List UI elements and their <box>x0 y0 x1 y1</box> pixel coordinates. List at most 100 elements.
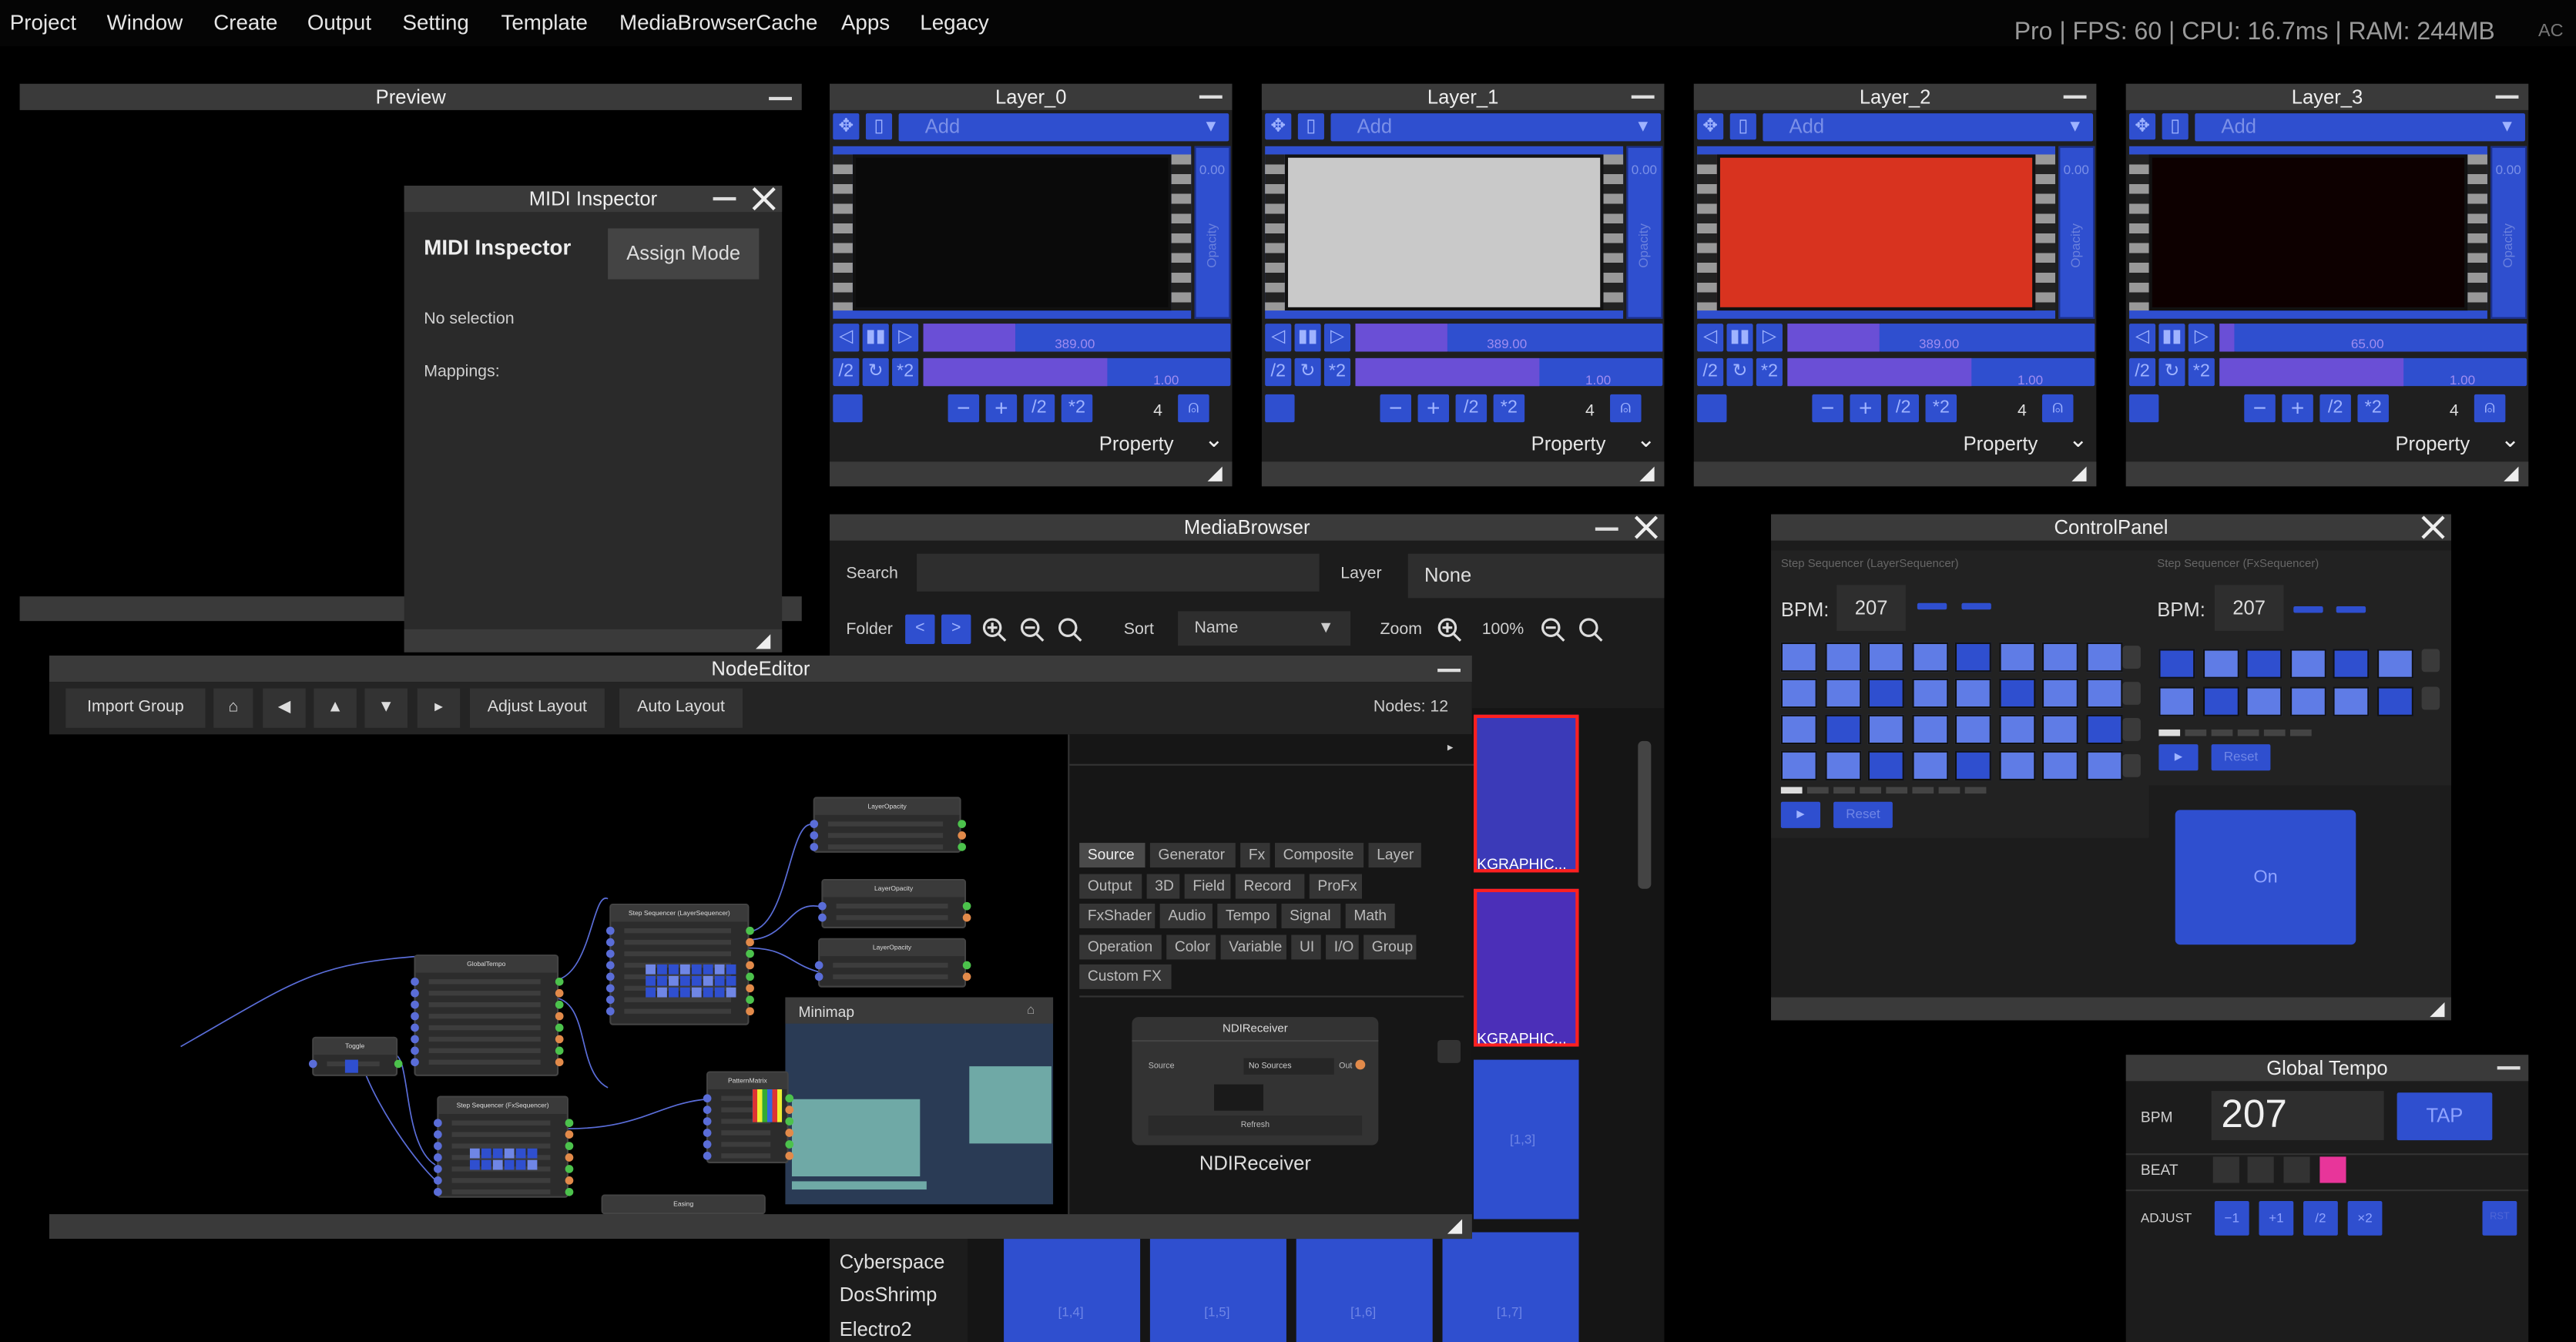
transport-button[interactable]: ◁ <box>2128 324 2156 352</box>
resize-grip-icon[interactable] <box>1447 1219 1463 1234</box>
half-button[interactable]: /2 <box>1023 394 1055 423</box>
folder-item[interactable]: DosShrimp <box>840 1283 937 1307</box>
input-port[interactable] <box>810 831 819 840</box>
output-port[interactable] <box>962 901 971 911</box>
step-pad[interactable] <box>2376 686 2413 716</box>
plus-button[interactable]: + <box>1850 394 1881 423</box>
input-port[interactable] <box>411 1012 419 1021</box>
graph-node[interactable]: LayerOpacity <box>810 797 967 853</box>
file-icon[interactable]: ▯ <box>2162 113 2189 140</box>
output-port[interactable] <box>555 977 564 986</box>
step-pad[interactable] <box>2333 686 2370 716</box>
move-icon[interactable]: ✥ <box>833 113 860 140</box>
media-tile[interactable]: [1,5] <box>1149 1232 1286 1342</box>
menu-output[interactable]: Output <box>307 10 371 35</box>
minimize-icon[interactable] <box>1437 669 1461 673</box>
bpm-down-button[interactable] <box>1917 602 1947 610</box>
step-pad[interactable] <box>1824 678 1861 709</box>
minimize-icon[interactable] <box>2495 95 2519 99</box>
minimize-icon[interactable] <box>2497 1066 2521 1070</box>
step-pad[interactable] <box>1911 678 1948 709</box>
rate-slider[interactable]: 1.00 <box>923 357 1231 388</box>
media-tile[interactable]: KGRAPHIC... <box>1474 714 1579 873</box>
minus-button[interactable]: − <box>2244 394 2276 423</box>
input-port[interactable] <box>434 1153 442 1162</box>
category-fx[interactable]: Fx <box>1240 843 1270 868</box>
category-operation[interactable]: Operation <box>1079 934 1162 959</box>
rate-slider[interactable]: 1.00 <box>1355 357 1663 388</box>
input-port[interactable] <box>605 926 615 935</box>
chevron-down-icon[interactable]: ⌄ <box>2501 425 2520 453</box>
rotate-icon[interactable]: ↻ <box>1294 357 1321 387</box>
step-pad[interactable] <box>2158 649 2195 679</box>
row-toggle[interactable] <box>2421 649 2440 673</box>
input-port[interactable] <box>810 820 819 828</box>
step-pad[interactable] <box>2085 642 2122 673</box>
half-button[interactable]: /2 <box>2319 394 2351 423</box>
output-port[interactable] <box>746 995 754 1005</box>
output-port[interactable] <box>958 820 967 828</box>
output-port[interactable] <box>555 1012 564 1021</box>
rate-slider[interactable]: 1.00 <box>2219 357 2527 388</box>
output-port[interactable] <box>785 1117 794 1126</box>
step-pad[interactable] <box>2376 649 2413 679</box>
step-pad[interactable] <box>1867 642 1904 673</box>
category-signal[interactable]: Signal <box>1281 903 1341 928</box>
step-pad[interactable] <box>2289 649 2326 679</box>
play-button[interactable]: ► <box>2158 744 2199 771</box>
transport-button[interactable]: ◁ <box>1265 324 1292 352</box>
plus-button[interactable]: + <box>2282 394 2313 423</box>
input-port[interactable] <box>703 1117 712 1126</box>
input-port[interactable] <box>605 961 615 970</box>
file-icon[interactable]: ▯ <box>1729 113 1756 140</box>
category-group[interactable]: Group <box>1363 934 1417 959</box>
input-port[interactable] <box>605 1007 615 1016</box>
step-pad[interactable] <box>2041 642 2078 673</box>
input-port[interactable] <box>810 843 819 851</box>
category-record[interactable]: Record <box>1235 873 1305 898</box>
output-port[interactable] <box>555 1058 564 1067</box>
category-profx[interactable]: ProFx <box>1309 873 1363 898</box>
menu-apps[interactable]: Apps <box>841 10 890 35</box>
home-icon[interactable]: ⌂ <box>213 688 253 728</box>
media-tile[interactable]: [1,4] <box>1004 1232 1141 1342</box>
output-port[interactable] <box>746 938 754 947</box>
category-generator[interactable]: Generator <box>1149 843 1236 868</box>
bpm-down-button[interactable] <box>2293 606 2323 613</box>
output-port[interactable] <box>746 949 754 958</box>
input-port[interactable] <box>605 984 615 993</box>
category-field[interactable]: Field <box>1184 873 1231 898</box>
step-pad[interactable] <box>1911 714 1948 745</box>
transport-button[interactable]: ▷ <box>1323 324 1351 352</box>
category-ui[interactable]: UI <box>1291 934 1321 959</box>
step-pad[interactable] <box>2041 714 2078 745</box>
output-port[interactable] <box>565 1176 574 1185</box>
menu-mediabrowsercache[interactable]: MediaBrowserCache <box>619 10 817 35</box>
media-tile[interactable]: KGRAPHIC... <box>1474 888 1579 1047</box>
media-scrollbar[interactable] <box>1638 740 1652 889</box>
input-port[interactable] <box>605 938 615 947</box>
bell-icon[interactable]: ⍝ <box>2041 394 2074 423</box>
step-pad[interactable] <box>1954 678 1991 709</box>
layer-select[interactable]: None <box>1407 553 1665 599</box>
step-pad[interactable] <box>1954 750 1991 781</box>
blend-button[interactable] <box>2128 394 2159 423</box>
category-fxshader[interactable]: FxShader <box>1079 903 1156 928</box>
input-port[interactable] <box>411 1000 419 1009</box>
import-group-button[interactable]: Import Group <box>65 688 206 728</box>
assign-mode-button[interactable]: Assign Mode <box>608 228 760 280</box>
output-port[interactable] <box>746 972 754 981</box>
folder-item[interactable]: Cyberspace <box>840 1250 945 1273</box>
pan-down-icon[interactable]: ▼ <box>364 688 408 728</box>
output-port[interactable] <box>962 972 971 981</box>
tap-button[interactable]: TAP <box>2397 1092 2493 1141</box>
step-pad[interactable] <box>2085 714 2122 745</box>
half-button[interactable]: /2 <box>1455 394 1488 423</box>
input-port[interactable] <box>434 1142 442 1150</box>
category-audio[interactable]: Audio <box>1159 903 1213 928</box>
input-port[interactable] <box>411 1046 419 1055</box>
transport-button[interactable]: ◁ <box>833 324 860 352</box>
output-port[interactable] <box>785 1105 794 1114</box>
minimize-icon[interactable] <box>1595 527 1618 531</box>
category-i-o[interactable]: I/O <box>1326 934 1359 959</box>
